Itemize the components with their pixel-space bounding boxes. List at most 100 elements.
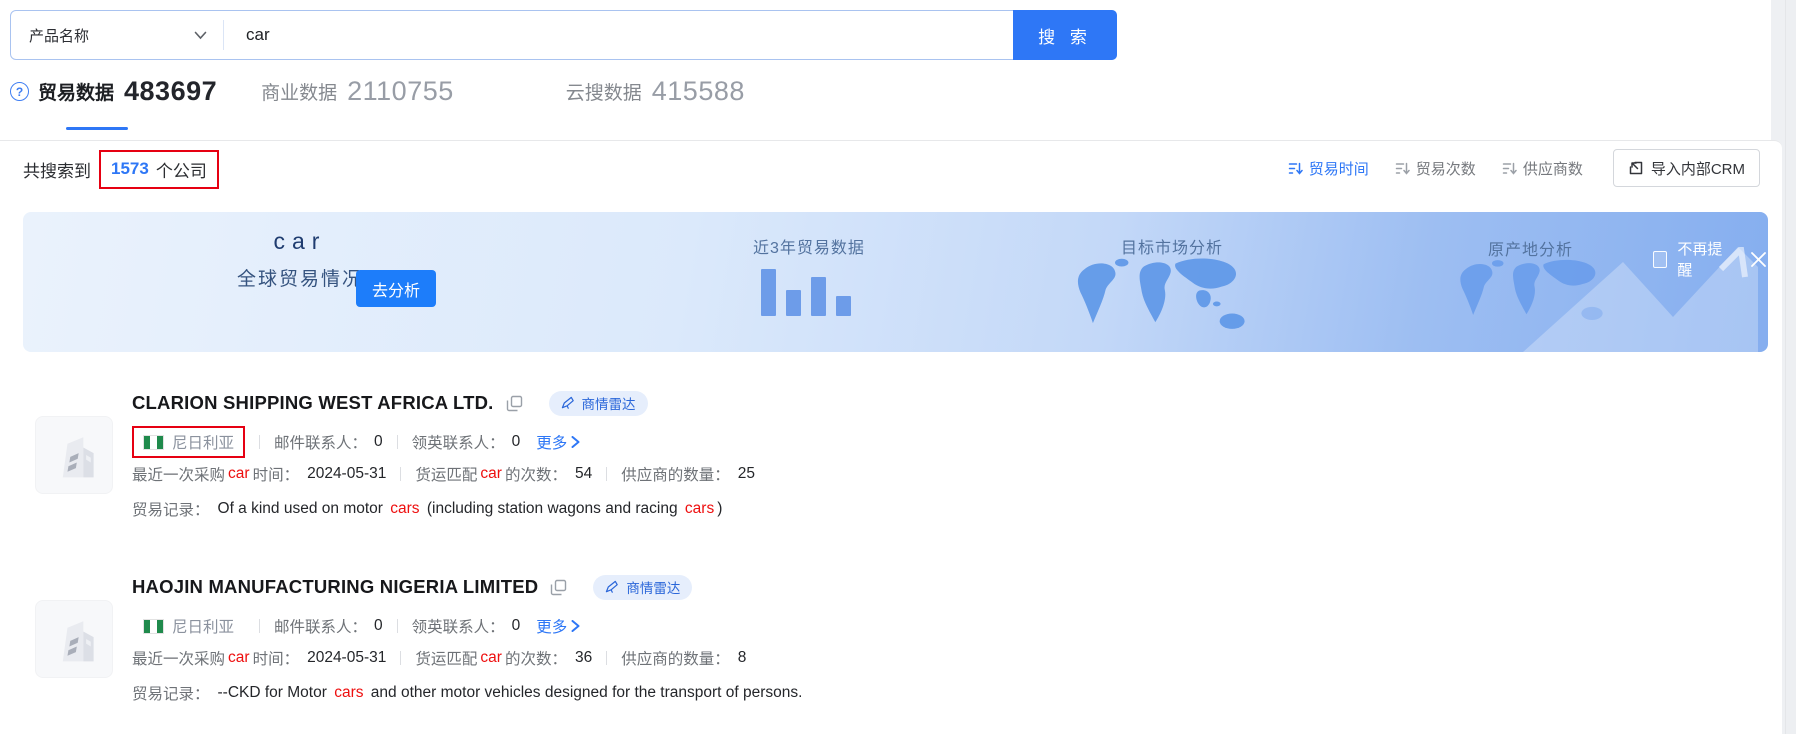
building-placeholder-icon xyxy=(46,427,102,483)
text-segment xyxy=(606,651,607,665)
import-icon xyxy=(1628,160,1644,176)
copy-icon[interactable] xyxy=(550,579,567,596)
bar xyxy=(836,296,851,316)
text-segment: and other motor vehicles designed for th… xyxy=(367,684,803,701)
tab-cloud-search-data[interactable]: 云搜数据 415588 xyxy=(566,76,745,107)
purchase-info-line: 最近一次采购 car 时间：2024-05-31货运匹配 car 的次数：36供… xyxy=(132,647,1716,669)
data-tabs: ? 贸易数据 483697 商业数据 2110755 云搜数据 415588 xyxy=(10,76,745,107)
nigeria-flag-icon xyxy=(143,435,164,450)
company-name-link[interactable]: CLARION SHIPPING WEST AFRICA LTD. xyxy=(132,392,494,414)
text-segment: --CKD for Motor xyxy=(218,684,332,701)
text-segment: car xyxy=(228,465,250,483)
dont-remind-label: 不再提醒 xyxy=(1677,238,1727,280)
text-segment: 2024-05-31 xyxy=(307,465,386,483)
text-segment: cars xyxy=(334,684,363,701)
tab-label: 贸易数据 xyxy=(38,78,114,105)
import-crm-label: 导入内部CRM xyxy=(1651,158,1745,179)
text-segment: 2024-05-31 xyxy=(307,649,386,667)
email-contacts-label: 邮件联系人： xyxy=(274,615,367,637)
sort-trade-count[interactable]: 贸易次数 xyxy=(1395,158,1476,179)
megaphone-icon xyxy=(561,396,576,411)
help-icon[interactable]: ? xyxy=(10,82,29,101)
search-category-value: 产品名称 xyxy=(29,25,89,46)
tab-count: 415588 xyxy=(652,76,745,107)
text-segment: cars xyxy=(685,500,714,517)
annotation-country-box: 尼日利亚 xyxy=(132,426,245,458)
more-link[interactable]: 更多 xyxy=(536,615,580,637)
tab-label: 商业数据 xyxy=(261,78,337,105)
badge-label: 商情雷达 xyxy=(582,393,636,413)
annotation-count-box: 1573 个公司 xyxy=(99,150,219,189)
text-segment: cars xyxy=(390,500,419,517)
results-count: 1573 xyxy=(111,159,149,179)
company-logo[interactable] xyxy=(35,600,113,678)
text-segment: car xyxy=(480,465,502,483)
import-crm-button[interactable]: 导入内部CRM xyxy=(1613,149,1760,187)
active-tab-underline xyxy=(66,127,128,130)
analyze-button[interactable]: 去分析 xyxy=(356,270,436,307)
company-logo[interactable] xyxy=(35,416,113,494)
text-segment xyxy=(400,651,401,665)
scrollbar[interactable] xyxy=(1785,0,1796,734)
search-button[interactable]: 搜 索 xyxy=(1013,10,1117,60)
sort-label: 贸易次数 xyxy=(1416,158,1476,179)
text-segment: 供应商的数量： xyxy=(621,463,730,485)
text-segment: 时间： xyxy=(253,647,300,669)
text-segment: 供应商的数量： xyxy=(621,647,730,669)
divider xyxy=(397,435,398,449)
linkedin-contacts-label: 领英联系人： xyxy=(412,431,505,453)
tab-count: 2110755 xyxy=(347,76,454,107)
divider xyxy=(259,435,260,449)
text-segment: 的次数： xyxy=(505,647,567,669)
copy-icon[interactable] xyxy=(506,395,523,412)
topbar: 产品名称 搜 索 ? 贸易数据 483697 商业数据 2110755 云搜数据… xyxy=(0,0,1771,140)
bar xyxy=(786,290,801,316)
divider xyxy=(259,619,260,633)
company-name-link[interactable]: HAOJIN MANUFACTURING NIGERIA LIMITED xyxy=(132,576,538,598)
sort-icon xyxy=(1502,161,1517,176)
email-contacts-value: 0 xyxy=(374,617,383,635)
sort-trade-time[interactable]: 贸易时间 xyxy=(1288,158,1369,179)
text-segment: 最近一次采购 xyxy=(132,463,225,485)
search-control: 产品名称 搜 索 xyxy=(10,10,1117,60)
tab-business-data[interactable]: 商业数据 2110755 xyxy=(261,76,454,107)
email-contacts-value: 0 xyxy=(374,433,383,451)
banner-card-trade-data-label: 近3年贸易数据 xyxy=(753,234,865,258)
trade-record-label: 贸易记录： xyxy=(132,682,210,704)
tab-trade-data[interactable]: ? 贸易数据 483697 xyxy=(10,76,217,107)
company-result-row: CLARION SHIPPING WEST AFRICA LTD. 商情雷达 尼… xyxy=(35,390,1716,520)
search-category-select[interactable]: 产品名称 xyxy=(11,11,223,59)
search-input[interactable] xyxy=(224,11,1014,59)
sort-supplier-count[interactable]: 供应商数 xyxy=(1502,158,1583,179)
country-label: 尼日利亚 xyxy=(172,431,234,453)
bar xyxy=(761,269,776,316)
trade-record-line: 贸易记录： Of a kind used on motor cars (incl… xyxy=(132,498,1716,520)
analysis-banner: car 全球贸易情况 去分析 近3年贸易数据 目标市场分析 原产地分析 xyxy=(23,212,1768,352)
text-segment: 货运匹配 xyxy=(415,647,477,669)
text-segment: car xyxy=(480,649,502,667)
more-link[interactable]: 更多 xyxy=(536,431,580,453)
mini-bar-chart xyxy=(761,266,856,316)
linkedin-contacts-value: 0 xyxy=(512,617,521,635)
tab-label: 云搜数据 xyxy=(566,78,642,105)
banner-keyword: car xyxy=(200,228,400,255)
dismiss-group: 不再提醒 xyxy=(1653,238,1768,280)
email-contacts-label: 邮件联系人： xyxy=(274,431,367,453)
business-radar-badge[interactable]: 商情雷达 xyxy=(593,575,692,600)
trade-search-page: 产品名称 搜 索 ? 贸易数据 483697 商业数据 2110755 云搜数据… xyxy=(0,0,1796,734)
building-placeholder-icon xyxy=(46,611,102,667)
linkedin-contacts-label: 领英联系人： xyxy=(412,615,505,637)
divider xyxy=(397,619,398,633)
close-icon[interactable] xyxy=(1749,250,1768,269)
tab-count: 483697 xyxy=(124,76,217,107)
trade-record-text: Of a kind used on motor cars (including … xyxy=(218,500,723,518)
text-segment: 货运匹配 xyxy=(415,463,477,485)
sort-icon xyxy=(1288,161,1303,176)
chevron-down-icon xyxy=(194,31,207,40)
business-radar-badge[interactable]: 商情雷达 xyxy=(549,391,648,416)
results-toolbar: 贸易时间 贸易次数 供应商数 导入内部CRM xyxy=(1288,148,1760,188)
dont-remind-checkbox[interactable] xyxy=(1653,251,1667,268)
nigeria-flag-icon xyxy=(143,619,164,634)
text-segment: 最近一次采购 xyxy=(132,647,225,669)
text-segment: ) xyxy=(717,500,722,517)
